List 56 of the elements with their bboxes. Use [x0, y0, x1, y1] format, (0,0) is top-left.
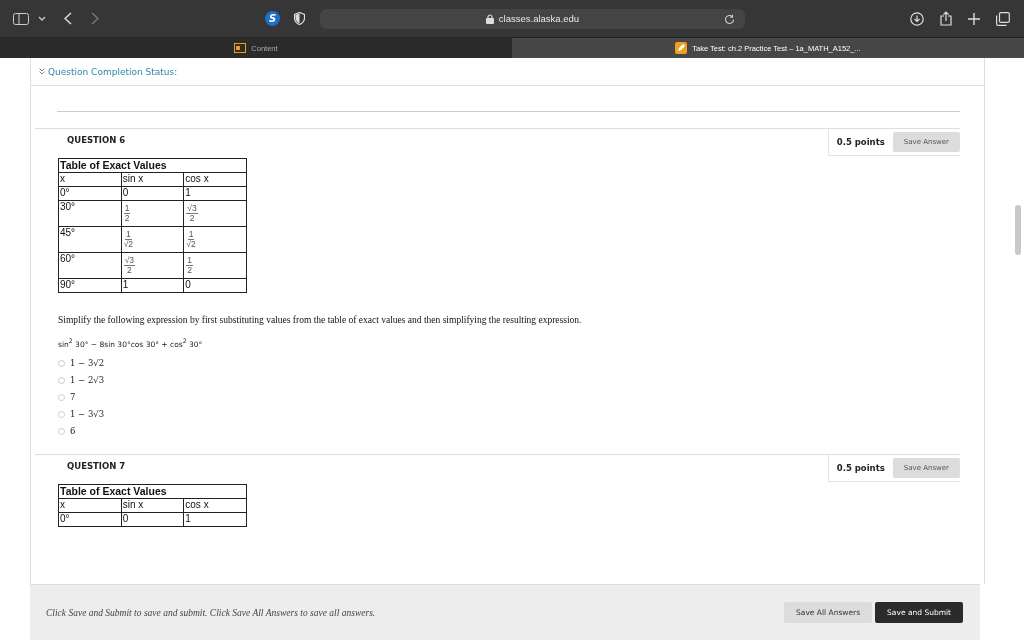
question-title: QUESTION 7	[67, 460, 126, 471]
chevron-down-icon[interactable]	[38, 15, 46, 22]
points-label: 0.5 points	[836, 462, 885, 473]
table-cell: 1 2	[121, 200, 184, 227]
extension-icon[interactable]: S	[265, 11, 280, 26]
table-cell: 0°	[58, 512, 122, 526]
option-label: 7	[70, 392, 76, 402]
points-label: 0.5 points	[836, 137, 885, 147]
pencil-icon	[675, 42, 688, 54]
table-cell: 0	[121, 512, 184, 526]
table-title: Table of Exact Values	[58, 484, 247, 498]
table-cell: 1	[183, 186, 247, 201]
scrollbar-thumb[interactable]	[1015, 205, 1021, 255]
table-cell: 1	[183, 512, 247, 526]
option-label: 1 − 3√2	[70, 358, 105, 368]
completion-status-link[interactable]: Question Completion Status:	[48, 66, 178, 77]
table-cell: 30°	[58, 200, 122, 227]
table-cell: 45°	[58, 226, 122, 253]
forward-icon[interactable]	[91, 12, 99, 25]
table-cell: √3 2	[121, 252, 184, 279]
page-icon	[234, 43, 247, 53]
table-cell: 1 √2	[183, 226, 247, 253]
table-cell: 1 2	[183, 252, 247, 279]
footer-note: Click Save and Submit to save and submit. Click Save All Answers to save all answers.	[46, 607, 376, 618]
table-cell: 60°	[58, 252, 122, 279]
option-label: 6	[70, 426, 76, 436]
question-prompt: Simplify the following expression by first substituting values from the table of exact values and then simplifying the resulting expression.	[58, 315, 583, 325]
table-header-cell: sin x	[121, 172, 184, 187]
table-cell: √3 2	[183, 200, 247, 227]
address-bar[interactable]: classes.alaska.edu	[320, 8, 745, 29]
tabs-overview-icon[interactable]	[996, 11, 1010, 26]
address-text: classes.alaska.edu	[498, 13, 580, 24]
question-title: QUESTION 6	[67, 135, 126, 145]
table-cell: 0	[121, 186, 184, 201]
table-cell: 0°	[58, 186, 122, 201]
table-header-cell: x	[58, 172, 122, 187]
plus-icon[interactable]	[968, 12, 980, 25]
lock-icon	[485, 13, 494, 24]
table-cell: 1	[121, 278, 184, 293]
reload-icon[interactable]	[724, 13, 735, 25]
sidebar-icon[interactable]	[13, 12, 29, 25]
table-cell: 90°	[58, 278, 122, 293]
table-title: Table of Exact Values	[58, 158, 247, 173]
table-cell: 0	[183, 278, 247, 293]
double-chevron-icon	[39, 68, 45, 75]
shield-icon[interactable]	[294, 12, 305, 25]
table-cell: 1 √2	[121, 226, 184, 253]
download-icon[interactable]	[910, 11, 924, 26]
option-label: 1 − 2√3	[70, 375, 105, 385]
share-icon[interactable]	[940, 11, 952, 26]
option-label: 1 − 3√3	[70, 409, 105, 419]
back-icon[interactable]	[64, 12, 72, 25]
table-header-cell: cos x	[183, 172, 247, 187]
table-header-cell: sin x	[121, 498, 184, 512]
table-header-cell: cos x	[183, 498, 247, 512]
table-header-cell: x	[58, 498, 122, 512]
